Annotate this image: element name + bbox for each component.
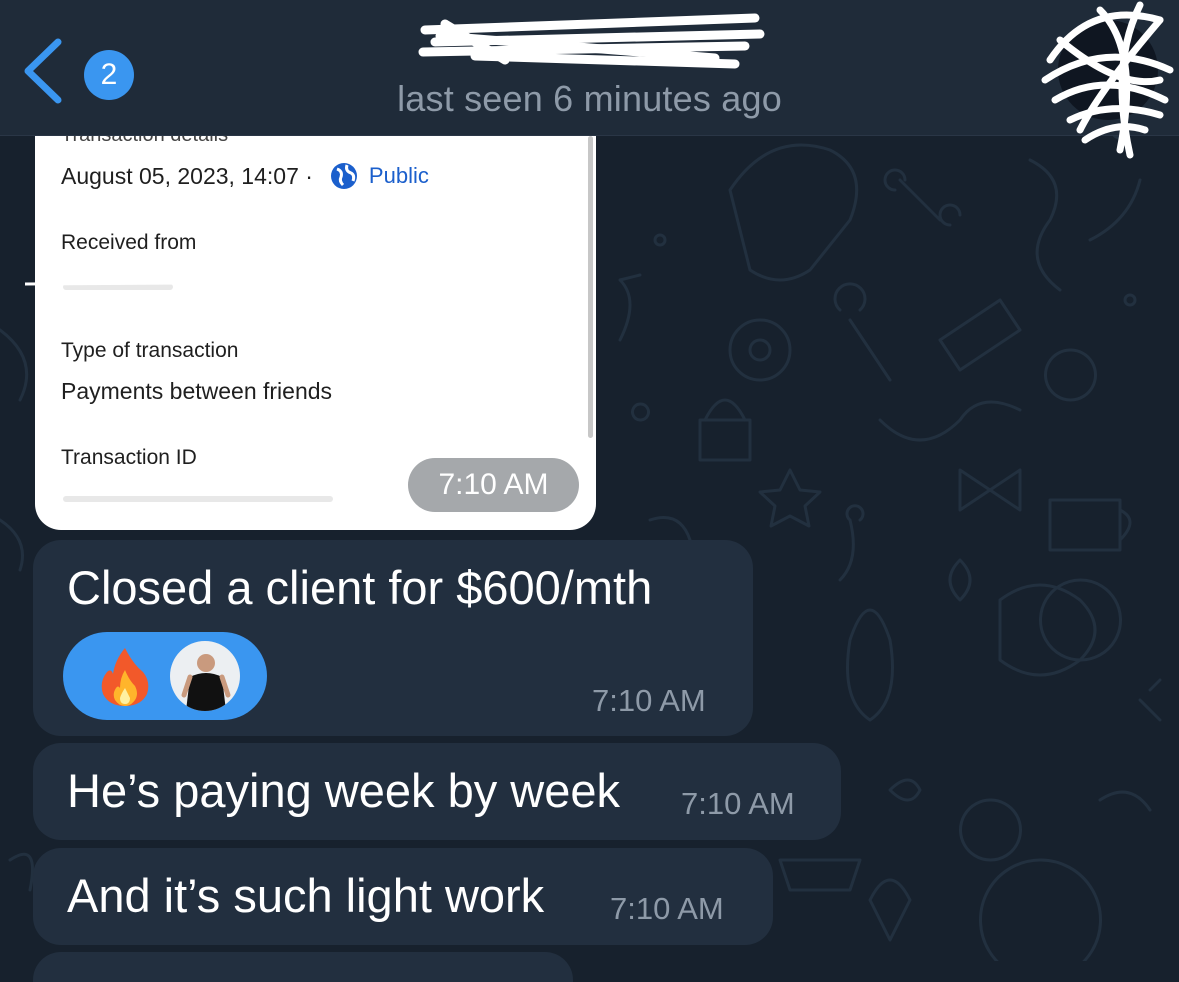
message-bubble-partial[interactable] — [33, 952, 573, 982]
card-scrollbar — [588, 136, 593, 438]
reactor-avatar — [170, 641, 240, 711]
message-time: 7:10 AM — [592, 683, 706, 718]
message-text: And it’s such light work — [67, 869, 545, 922]
redacted-transaction-id — [63, 496, 333, 502]
reaction-pill[interactable] — [63, 632, 267, 720]
message-bubble[interactable]: Closed a client for $600/mth 7:10 AM — [33, 540, 753, 736]
message-bubble[interactable]: And it’s such light work 7:10 AM — [33, 848, 773, 945]
card-heading-cut: Transaction details — [61, 136, 228, 147]
last-seen-status: last seen 6 minutes ago — [397, 78, 782, 119]
type-of-transaction-value: Payments between friends — [61, 378, 333, 404]
redacted-avatar-scribble[interactable] — [1030, 0, 1179, 160]
person-icon — [181, 654, 231, 711]
chat-header: 2 last seen 6 minutes ago — [0, 0, 1179, 159]
transaction-date-text: August 05, 2023, 14:07 · — [61, 162, 313, 189]
type-of-transaction-label: Type of transaction — [61, 339, 239, 362]
transaction-date: August 05, 2023, 14:07 · Public — [61, 161, 429, 191]
message-bubble[interactable]: He’s paying week by week 7:10 AM — [33, 743, 841, 840]
message-time: 7:10 AM — [681, 786, 795, 821]
globe-icon — [330, 163, 357, 189]
message-time: 7:10 AM — [408, 458, 579, 512]
message-text: Closed a client for $600/mth — [67, 561, 653, 614]
redaction-mark — [25, 281, 185, 286]
received-from-label: Received from — [61, 231, 197, 254]
message-time: 7:10 AM — [610, 891, 724, 926]
transaction-screenshot-message[interactable]: Transaction details August 05, 2023, 14:… — [35, 136, 596, 530]
redacted-name-scribble — [418, 13, 765, 69]
fire-icon — [101, 648, 149, 706]
message-text: He’s paying week by week — [67, 764, 620, 817]
visibility-label: Public — [368, 163, 429, 188]
transaction-id-label: Transaction ID — [61, 446, 197, 469]
